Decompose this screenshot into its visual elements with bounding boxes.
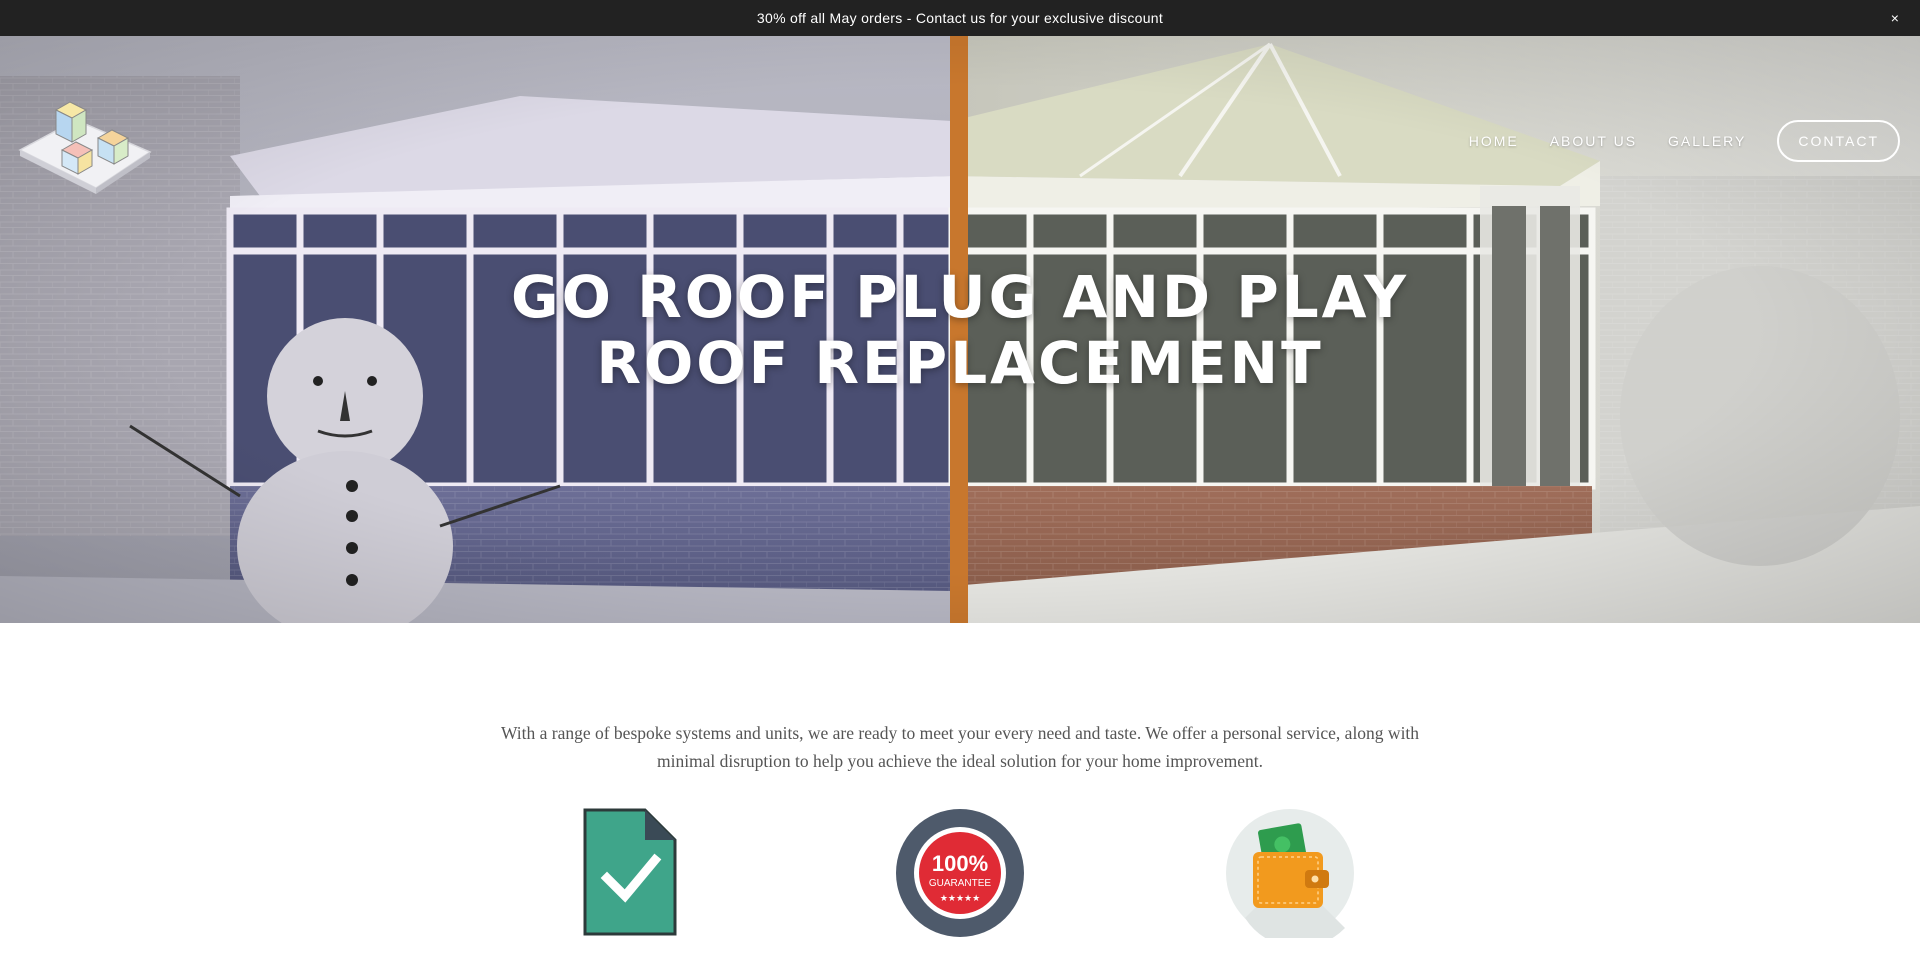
logo-icon[interactable]: [16, 90, 154, 196]
nav-gallery[interactable]: GALLERY: [1668, 133, 1746, 149]
announcement-bar: 30% off all May orders - Contact us for …: [0, 0, 1920, 36]
nav-about-us[interactable]: ABOUT US: [1550, 133, 1637, 149]
hero-banner: HOME ABOUT US GALLERY CONTACT GO ROOF PL…: [0, 36, 1920, 623]
guarantee-badge-icon: 100% GUARANTEE ★★★★★: [896, 809, 1024, 937]
hero-title-line-2: ROOF REPLACEMENT: [596, 329, 1324, 397]
document-check-icon: [583, 808, 677, 936]
hero-title: GO ROOF PLUG AND PLAY ROOF REPLACEMENT: [0, 264, 1920, 396]
close-announcement-button[interactable]: ×: [1880, 0, 1910, 36]
hero-title-line-1: GO ROOF PLUG AND PLAY: [510, 263, 1410, 331]
main-navigation: HOME ABOUT US GALLERY CONTACT: [1438, 120, 1900, 162]
wallet-icon: [1226, 809, 1354, 938]
guarantee-percent: 100%: [932, 851, 988, 876]
guarantee-label: GUARANTEE: [929, 878, 992, 889]
announcement-text[interactable]: 30% off all May orders - Contact us for …: [757, 10, 1163, 26]
contact-button[interactable]: CONTACT: [1777, 120, 1900, 162]
svg-text:★★★★★: ★★★★★: [940, 894, 980, 904]
intro-paragraph: With a range of bespoke systems and unit…: [500, 723, 1420, 771]
nav-home[interactable]: HOME: [1469, 133, 1519, 149]
